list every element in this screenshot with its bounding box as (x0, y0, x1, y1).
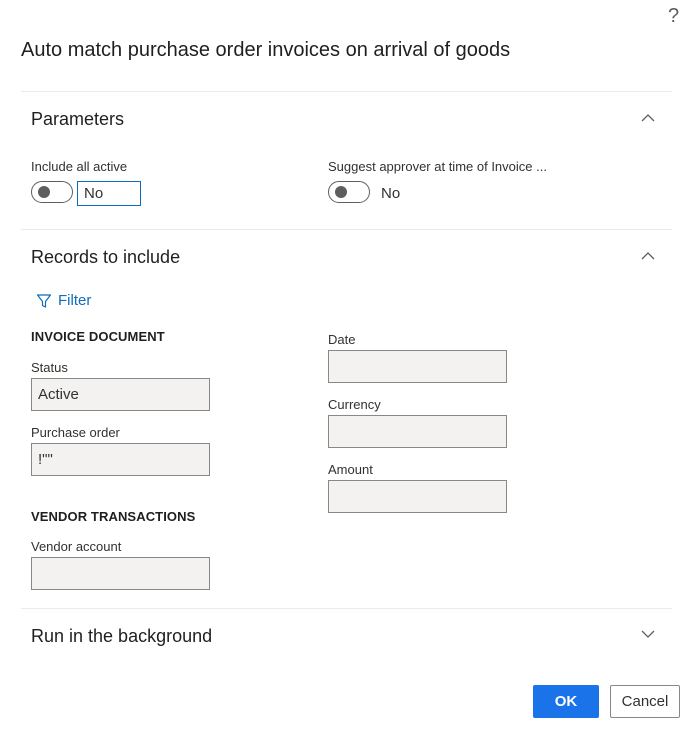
suggest-approver-toggle[interactable] (328, 181, 370, 203)
status-label: Status (31, 360, 68, 375)
filter-icon (36, 293, 52, 308)
ok-button[interactable]: OK (533, 685, 599, 718)
vendor-transactions-heading: VENDOR TRANSACTIONS (31, 509, 196, 524)
chevron-up-icon[interactable] (640, 110, 656, 126)
toggle-knob (38, 186, 50, 198)
status-input[interactable]: Active (31, 378, 210, 411)
vendor-account-input[interactable] (31, 557, 210, 590)
date-input[interactable] (328, 350, 507, 383)
currency-input[interactable] (328, 415, 507, 448)
filter-label: Filter (58, 292, 92, 309)
divider (21, 608, 672, 609)
amount-input[interactable] (328, 480, 507, 513)
purchase-order-label: Purchase order (31, 425, 120, 440)
help-icon[interactable]: ? (668, 4, 679, 28)
filter-button[interactable]: Filter (36, 292, 91, 309)
purchase-order-input[interactable]: !"" (31, 443, 210, 476)
section-title-parameters[interactable]: Parameters (31, 107, 124, 131)
include-all-active-toggle[interactable] (31, 181, 73, 203)
dialog-title: Auto match purchase order invoices on ar… (21, 39, 511, 61)
divider (21, 229, 672, 230)
include-all-active-value[interactable]: No (77, 181, 141, 206)
suggest-approver-label: Suggest approver at time of Invoice ... (328, 159, 547, 174)
chevron-up-icon[interactable] (640, 248, 656, 264)
amount-label: Amount (328, 462, 373, 477)
chevron-down-icon[interactable] (640, 626, 656, 642)
include-all-active-label: Include all active (31, 159, 128, 174)
toggle-knob (335, 186, 347, 198)
cancel-button[interactable]: Cancel (610, 685, 680, 718)
divider (21, 91, 672, 92)
date-label: Date (328, 332, 356, 347)
section-title-records[interactable]: Records to include (31, 245, 180, 269)
vendor-account-label: Vendor account (31, 539, 122, 554)
invoice-document-heading: INVOICE DOCUMENT (31, 329, 165, 344)
section-title-background[interactable]: Run in the background (31, 624, 212, 648)
currency-label: Currency (328, 397, 381, 412)
suggest-approver-value: No (381, 185, 401, 202)
